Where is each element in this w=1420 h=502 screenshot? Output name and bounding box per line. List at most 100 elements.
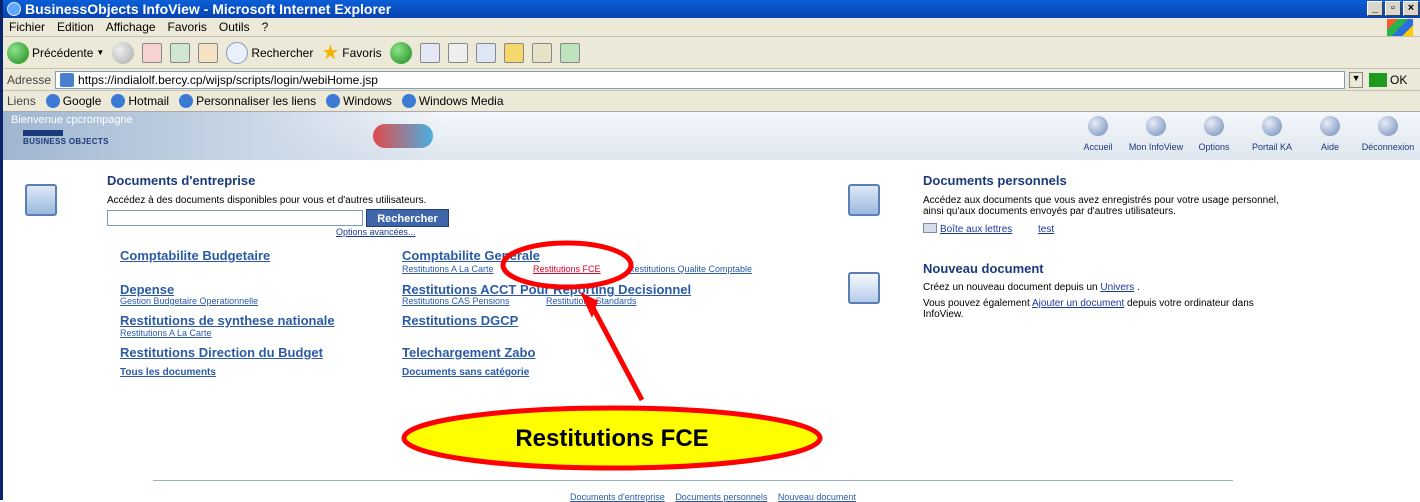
- ie-link-icon: [45, 94, 60, 108]
- forward-button[interactable]: [112, 41, 135, 64]
- window-title: BusinessObjects InfoView - Microsoft Int…: [25, 1, 392, 17]
- messenger-icon: [559, 42, 580, 63]
- new-doc-text: depuis votre ordinateur dans: [1124, 298, 1254, 309]
- nav-options[interactable]: Options: [1185, 116, 1243, 152]
- inbox-link[interactable]: Boîte aux lettres: [940, 224, 1012, 235]
- ie-link-icon: [326, 94, 341, 108]
- nav-aide[interactable]: Aide: [1301, 116, 1359, 152]
- sub-restitutions-a-la-carte-cg[interactable]: Restitutions A La Carte: [402, 264, 494, 274]
- link-personnaliser[interactable]: Personnaliser les liens: [179, 94, 316, 108]
- category-restitutions-dgcp[interactable]: Restitutions DGCP: [402, 313, 518, 328]
- folder-button[interactable]: [503, 42, 524, 63]
- nav-deconnexion[interactable]: Déconnexion: [1359, 116, 1417, 152]
- sub-gestion-budgetaire[interactable]: Gestion Budgetaire Operationnelle: [120, 296, 258, 306]
- favorites-label: Favoris: [342, 45, 382, 60]
- stop-icon: [142, 42, 163, 63]
- category-comptabilite-generale[interactable]: Comptabilite Generale: [402, 248, 540, 263]
- close-button[interactable]: ×: [1403, 1, 1419, 16]
- ie-link-icon: [401, 94, 416, 108]
- menu-help[interactable]: ?: [262, 18, 269, 36]
- header-nav: Accueil Mon InfoView Options Portail KA …: [1069, 116, 1417, 152]
- nav-portail-ka[interactable]: Portail KA: [1243, 116, 1301, 152]
- minimize-button[interactable]: _: [1367, 1, 1383, 16]
- maximize-button[interactable]: ▫: [1385, 1, 1401, 16]
- uncategorized-documents-link[interactable]: Documents sans catégorie: [402, 367, 529, 378]
- new-doc-line-1: Créez un nouveau document depuis un Univ…: [923, 282, 1140, 293]
- category-telechargement-zabo[interactable]: Telechargement Zabo: [402, 345, 535, 360]
- ie-icon: [7, 2, 21, 16]
- all-documents-link[interactable]: Tous les documents: [120, 367, 216, 378]
- add-document-link[interactable]: Ajouter un document: [1032, 298, 1124, 309]
- go-button[interactable]: OK: [1369, 72, 1407, 87]
- menu-outils[interactable]: Outils: [219, 18, 250, 36]
- category-depense[interactable]: Depense: [120, 282, 174, 297]
- header-graphic: [373, 124, 433, 148]
- new-doc-text: .: [1134, 282, 1140, 293]
- folder-icon: [503, 42, 524, 63]
- category-restitutions-acct[interactable]: Restitutions ACCT Pour Reporting Decisio…: [402, 282, 691, 297]
- refresh-button[interactable]: [170, 42, 191, 63]
- sub-restitutions-fce[interactable]: Restitutions FCE: [533, 264, 601, 274]
- link-hotmail[interactable]: Hotmail: [111, 94, 169, 108]
- menu-affichage[interactable]: Affichage: [106, 18, 156, 36]
- menu-bar: Fichier Edition Affichage Favoris Outils…: [3, 18, 1420, 37]
- nav-mon-infoview[interactable]: Mon InfoView: [1127, 116, 1185, 152]
- link-windows[interactable]: Windows: [326, 94, 392, 108]
- test-link[interactable]: test: [1038, 224, 1054, 235]
- footer-divider: [153, 480, 1233, 481]
- back-button[interactable]: Précédente ▼: [7, 41, 104, 64]
- favorites-button[interactable]: ★ Favoris: [321, 40, 381, 65]
- nav-label: Mon InfoView: [1128, 142, 1184, 152]
- search-button[interactable]: Rechercher: [226, 41, 314, 64]
- footer-links: Documents d'entreprise Documents personn…: [3, 492, 1420, 502]
- logo-text: BUSINESS OBJECTS: [23, 137, 109, 146]
- personal-documents-icon: [848, 184, 880, 216]
- category-comptabilite-budgetaire[interactable]: Comptabilite Budgetaire: [120, 248, 270, 263]
- mail-button[interactable]: [419, 42, 440, 63]
- toolbar: Précédente ▼ Rechercher ★ Favoris: [3, 37, 1420, 69]
- personal-docs-desc-1: Accédez aux documents que vous avez enre…: [923, 195, 1279, 206]
- research-button[interactable]: [531, 42, 552, 63]
- nav-accueil[interactable]: Accueil: [1069, 116, 1127, 152]
- category-restitutions-synthese[interactable]: Restitutions de synthese nationale: [120, 313, 335, 328]
- forward-arrow-icon: [112, 41, 135, 64]
- history-button[interactable]: [389, 41, 412, 64]
- sub-restitutions-cas-pensions[interactable]: Restitutions CAS Pensions: [402, 296, 510, 306]
- nav-label: Déconnexion: [1361, 142, 1415, 152]
- category-restitutions-direction-budget[interactable]: Restitutions Direction du Budget: [120, 345, 323, 360]
- windows-logo-icon: [1387, 19, 1413, 36]
- search-input[interactable]: [107, 210, 363, 226]
- home-icon: [198, 42, 219, 63]
- sub-restitutions-a-la-carte[interactable]: Restitutions A La Carte: [120, 328, 212, 338]
- messenger-button[interactable]: [559, 42, 580, 63]
- stop-button[interactable]: [142, 42, 163, 63]
- link-label: Windows Media: [418, 94, 504, 108]
- link-google[interactable]: Google: [45, 94, 101, 108]
- personal-docs-title: Documents personnels: [923, 173, 1067, 188]
- search-label: Rechercher: [251, 45, 314, 60]
- ie-link-icon: [111, 94, 126, 108]
- search-submit-button[interactable]: Rechercher: [366, 209, 449, 227]
- menu-fichier[interactable]: Fichier: [9, 18, 45, 36]
- footer-new-doc-link[interactable]: Nouveau document: [778, 492, 856, 502]
- footer-personal-docs-link[interactable]: Documents personnels: [675, 492, 767, 502]
- link-windows-media[interactable]: Windows Media: [401, 94, 504, 108]
- menu-edition[interactable]: Edition: [57, 18, 94, 36]
- sub-restitutions-standards[interactable]: Restitutions Standards: [546, 296, 637, 306]
- sub-restitutions-qualite-comptable[interactable]: Restitutions Qualite Comptable: [628, 264, 752, 274]
- address-dropdown[interactable]: ▼: [1349, 71, 1364, 88]
- advanced-options-link[interactable]: Options avancées...: [336, 227, 416, 237]
- links-bar: Liens Google Hotmail Personnaliser les l…: [3, 91, 1420, 112]
- footer-company-docs-link[interactable]: Documents d'entreprise: [570, 492, 665, 502]
- home-button[interactable]: [198, 42, 219, 63]
- univers-link[interactable]: Univers: [1100, 282, 1134, 293]
- menu-favoris[interactable]: Favoris: [168, 18, 207, 36]
- address-input[interactable]: https://indialolf.bercy.cp/wijsp/scripts…: [55, 70, 1346, 89]
- search-icon: [226, 41, 249, 64]
- nav-label: Aide: [1320, 142, 1339, 152]
- edit-button[interactable]: [475, 42, 496, 63]
- links-label: Liens: [7, 94, 36, 108]
- address-label: Adresse: [7, 72, 52, 87]
- print-button[interactable]: [447, 42, 468, 63]
- options-icon: [1204, 116, 1224, 136]
